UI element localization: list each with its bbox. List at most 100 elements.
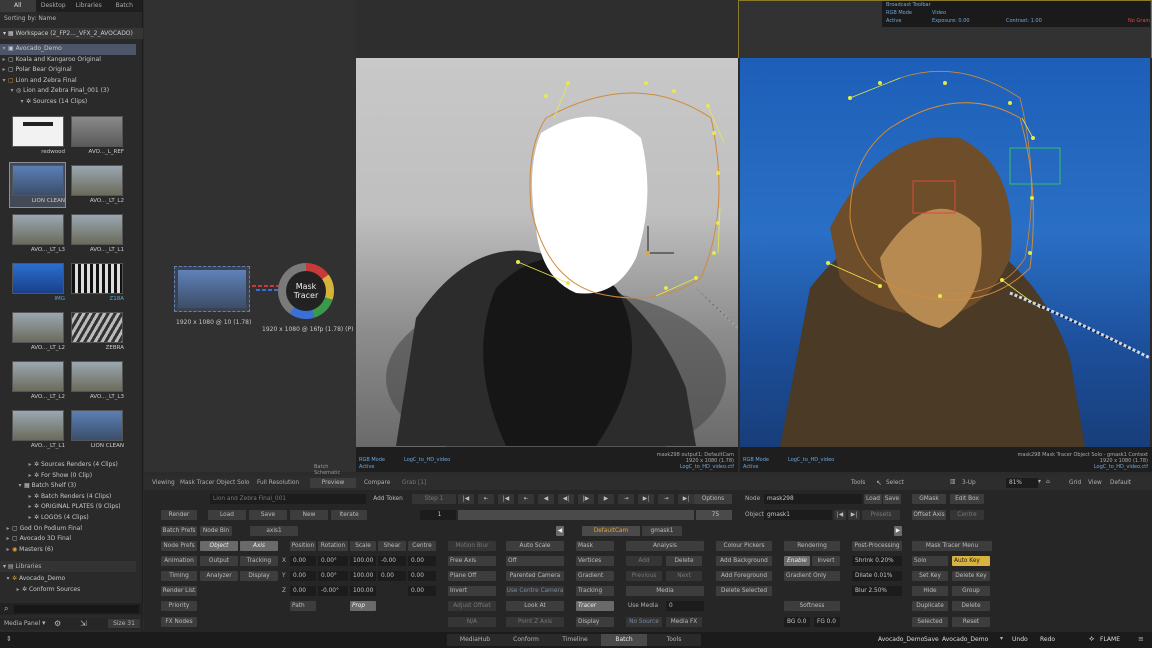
pause-forward-icon[interactable]: |▶ xyxy=(578,494,594,504)
step-button[interactable]: Step 1 xyxy=(412,494,456,504)
node-save-button[interactable]: Save xyxy=(883,494,901,504)
gradient-dropdown[interactable]: Gradient xyxy=(576,571,614,581)
next-frame-icon[interactable]: ⇥ xyxy=(618,494,634,504)
delete-button[interactable]: Delete xyxy=(666,556,702,566)
node-bin-button[interactable]: Node Bin xyxy=(200,526,232,536)
priority-button[interactable]: Priority xyxy=(161,601,197,611)
scroll-right-icon[interactable]: ▶ xyxy=(894,526,902,536)
tab-tools[interactable]: Tools xyxy=(647,634,701,646)
tab-conform[interactable]: Conform xyxy=(503,634,549,646)
use-centre-camera-button[interactable]: Use Centre Camera xyxy=(506,586,564,596)
options-dropdown[interactable]: Options xyxy=(694,494,732,504)
end-frame-field[interactable]: 75 xyxy=(696,510,732,520)
output-tab[interactable]: Output xyxy=(200,556,238,566)
blur-field[interactable]: Blur 2.50% xyxy=(852,586,902,596)
invert-toggle[interactable]: Invert xyxy=(812,556,840,566)
enable-toggle[interactable]: Enable xyxy=(784,556,810,566)
point-z-axis-button[interactable]: Point Z Axis xyxy=(506,617,564,627)
use-media-field[interactable]: 0 xyxy=(666,601,704,611)
next-object-icon[interactable]: ▶| xyxy=(848,510,860,520)
bg-field[interactable]: BG 0.0 xyxy=(784,617,810,627)
next-button[interactable]: Next xyxy=(666,571,702,581)
media-fx-button[interactable]: Media FX xyxy=(666,617,702,627)
save-button[interactable]: Save xyxy=(249,510,287,520)
add-foreground-button[interactable]: Add Foreground xyxy=(716,571,772,581)
go-to-start-icon[interactable]: |◀ xyxy=(458,494,474,504)
reset-button[interactable]: Reset xyxy=(952,617,990,627)
next-key-icon[interactable]: ⇥ xyxy=(658,494,674,504)
centre-y-field[interactable]: 0.00 xyxy=(408,571,436,581)
save-project-button[interactable]: Save xyxy=(924,636,939,643)
no-source-button[interactable]: No Source xyxy=(626,617,662,627)
play-reverse-icon[interactable]: ◀ xyxy=(538,494,554,504)
step-back-icon[interactable]: |◀ xyxy=(498,494,514,504)
delete-object-button[interactable]: Delete xyxy=(952,601,990,611)
redo-button[interactable]: Redo xyxy=(1040,636,1055,643)
position-x-field[interactable]: 0.00 xyxy=(290,556,316,566)
delete-selected-button[interactable]: Delete Selected xyxy=(716,586,772,596)
chevron-down-icon[interactable]: ▾ xyxy=(1000,635,1003,642)
tracking-tab[interactable]: Tracking xyxy=(240,556,278,566)
expand-icon[interactable]: ⇕ xyxy=(6,635,12,643)
parented-camera-button[interactable]: Parented Camera xyxy=(506,571,564,581)
render-button[interactable]: Render xyxy=(161,510,197,520)
post-processing-button[interactable]: Post-Processing xyxy=(852,541,902,551)
scale-y-field[interactable]: 100.00 xyxy=(350,571,376,581)
duplicate-button[interactable]: Duplicate xyxy=(912,601,948,611)
workspace-dropdown[interactable]: Avocado_Demo xyxy=(942,636,988,643)
pause-reverse-icon[interactable]: ◀| xyxy=(558,494,574,504)
render-list-button[interactable]: Render List xyxy=(161,586,197,596)
solo-button[interactable]: Solo xyxy=(912,556,948,566)
mask-dropdown[interactable]: Mask xyxy=(576,541,614,551)
timeline-scrubber[interactable] xyxy=(458,510,694,520)
prev-object-icon[interactable]: |◀ xyxy=(834,510,846,520)
vertices-dropdown[interactable]: Vertices xyxy=(576,556,614,566)
prop-button[interactable]: Prop xyxy=(350,601,376,611)
offset-axis-button[interactable]: Offset Axis xyxy=(912,510,946,520)
tracer-dropdown[interactable]: Tracer xyxy=(576,601,614,611)
shear-y-field[interactable]: 0.00 xyxy=(378,571,406,581)
rotation-z-field[interactable]: -0.00° xyxy=(318,586,348,596)
scroll-left-icon[interactable]: ◀ xyxy=(556,526,564,536)
menu-icon[interactable]: ≡ xyxy=(1138,635,1144,643)
hide-button[interactable]: Hide xyxy=(912,586,948,596)
position-z-field[interactable]: 0.00 xyxy=(290,586,316,596)
auto-key-button[interactable]: Auto Key xyxy=(952,556,990,566)
group-button[interactable]: Group xyxy=(952,586,990,596)
look-at-button[interactable]: Look At xyxy=(506,601,564,611)
previous-button[interactable]: Previous xyxy=(626,571,662,581)
dilate-field[interactable]: Dilate 0.01% xyxy=(852,571,902,581)
motion-blur-button[interactable]: Motion Blur xyxy=(448,541,496,551)
delete-key-button[interactable]: Delete Key xyxy=(952,571,990,581)
tab-axis1[interactable]: axis1 xyxy=(250,526,298,536)
node-name-field[interactable]: mask298 xyxy=(764,494,862,504)
position-header[interactable]: Position xyxy=(290,541,316,551)
path-button[interactable]: Path xyxy=(290,601,316,611)
centre-z-field[interactable]: 0.00 xyxy=(408,586,436,596)
shear-x-field[interactable]: -0.00 xyxy=(378,556,406,566)
tab-defaultcam[interactable]: DefaultCam xyxy=(582,526,640,536)
load-button[interactable]: Load xyxy=(208,510,246,520)
off-dropdown[interactable]: Off xyxy=(506,556,564,566)
prev-key-icon[interactable]: ⇤ xyxy=(478,494,494,504)
gmask-button[interactable]: GMask xyxy=(912,494,946,504)
tab-batch-active[interactable]: Batch xyxy=(601,634,647,646)
timing-button[interactable]: Timing xyxy=(161,571,197,581)
object-tab[interactable]: Object xyxy=(200,541,238,551)
media-button[interactable]: Media xyxy=(626,586,704,596)
rotation-x-field[interactable]: 0.00° xyxy=(318,556,348,566)
presets-dropdown[interactable]: Presets xyxy=(862,510,900,520)
scale-header[interactable]: Scale xyxy=(350,541,376,551)
animation-button[interactable]: Animation xyxy=(161,556,197,566)
shrink-field[interactable]: Shrink 0.20% xyxy=(852,556,902,566)
colour-pickers-button[interactable]: Colour Pickers xyxy=(716,541,772,551)
scale-x-field[interactable]: 100.00 xyxy=(350,556,376,566)
fg-field[interactable]: FG 0.0 xyxy=(814,617,840,627)
centre-button[interactable]: Centre xyxy=(950,510,984,520)
new-button[interactable]: New xyxy=(290,510,328,520)
mask-tracer-menu-button[interactable]: Mask Tracer Menu xyxy=(912,541,992,551)
play-icon[interactable]: ▶ xyxy=(598,494,614,504)
prev-frame-icon[interactable]: ⇤ xyxy=(518,494,534,504)
gradient-only-dropdown[interactable]: Gradient Only xyxy=(784,571,840,581)
invert-button[interactable]: Invert xyxy=(448,586,496,596)
